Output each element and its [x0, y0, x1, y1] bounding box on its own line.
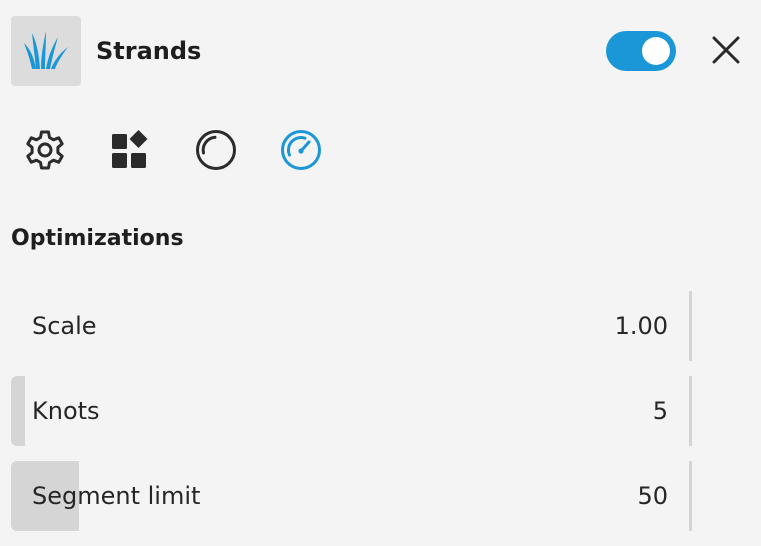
component-title: Strands [96, 37, 202, 65]
slider-label: Segment limit [32, 482, 201, 510]
circle-icon [194, 128, 238, 176]
slider-divider [689, 461, 692, 531]
grass-icon [24, 29, 68, 73]
knots-slider[interactable]: Knots 5 [11, 376, 692, 446]
component-panel: Strands Optimizations Scale 1.00 Knots 5… [0, 0, 761, 546]
segment-limit-slider[interactable]: Segment limit 50 [11, 461, 692, 531]
section-title: Optimizations [11, 226, 184, 251]
slider-divider [689, 291, 692, 361]
component-icon-tile [11, 16, 81, 86]
scale-slider[interactable]: Scale 1.00 [11, 291, 692, 361]
slider-label: Scale [32, 312, 97, 340]
enable-toggle[interactable] [606, 31, 676, 71]
slider-label: Knots [32, 397, 100, 425]
tab-optimizations[interactable] [274, 125, 328, 179]
slider-value: 1.00 [614, 312, 668, 340]
tab-settings[interactable] [18, 125, 72, 179]
gauge-icon [279, 128, 323, 176]
slider-value: 50 [637, 482, 668, 510]
slider-divider [689, 376, 692, 446]
slider-value: 5 [652, 397, 668, 425]
close-icon [712, 36, 740, 68]
gear-icon [23, 128, 67, 176]
toggle-knob [642, 37, 670, 65]
blocks-icon [108, 128, 152, 176]
slider-fill [11, 376, 25, 446]
close-button[interactable] [706, 32, 746, 72]
tab-bar [0, 125, 761, 179]
panel-header: Strands [0, 0, 761, 104]
tab-circle[interactable] [189, 125, 243, 179]
tab-blocks[interactable] [103, 125, 157, 179]
